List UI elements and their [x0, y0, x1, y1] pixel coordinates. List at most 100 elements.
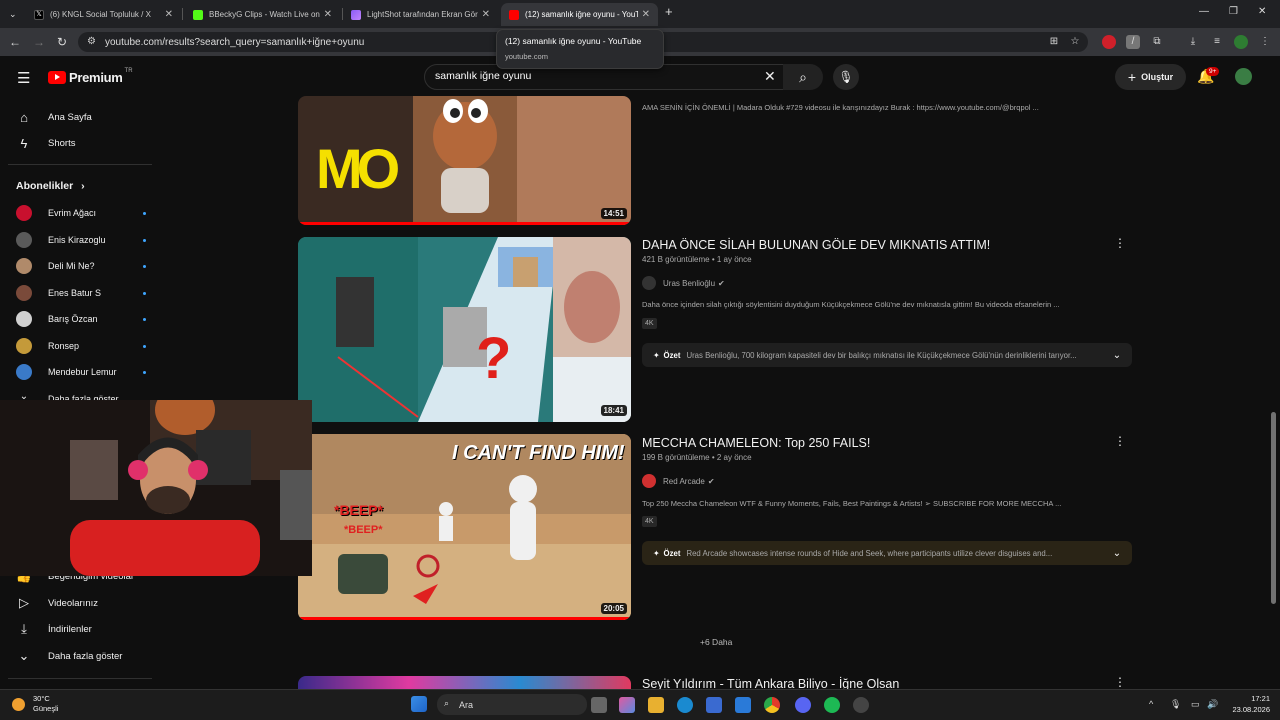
extension-red-icon[interactable] — [1102, 35, 1116, 49]
notification-count-badge: 9+ — [1206, 67, 1220, 76]
subscription-item[interactable]: Barış Özcan — [16, 308, 146, 330]
quality-badge: 4K — [642, 516, 657, 527]
youtube-play-icon — [48, 71, 66, 84]
close-window-icon[interactable]: ✕ — [1258, 6, 1266, 17]
spotify-icon[interactable] — [824, 697, 840, 713]
tab-kick[interactable]: BBeckyG Clips - Watch Live on K ✕ — [185, 3, 340, 26]
video-more-menu-icon[interactable]: ⋮ — [1114, 434, 1126, 448]
verified-check-icon: ✔ — [718, 278, 725, 288]
summary-label: Özet — [663, 548, 681, 558]
voice-search-button[interactable]: 🎙 — [833, 64, 859, 90]
windows-start-icon[interactable] — [411, 696, 427, 712]
watch-progress-bar — [298, 222, 631, 225]
new-content-dot — [143, 264, 146, 268]
taskbar-search[interactable]: ⌕ Ara — [437, 694, 587, 715]
profile-icon[interactable] — [1234, 35, 1248, 49]
weather-widget[interactable]: 30°C Güneşli — [12, 694, 58, 714]
mail-icon[interactable] — [735, 697, 751, 713]
tab-search-chevron-icon[interactable]: ⌄ — [9, 7, 17, 21]
clock-time: 17:21 — [1251, 694, 1270, 703]
discord-icon[interactable] — [795, 697, 811, 713]
tab-hover-tooltip: (12) samanlık iğne oyunu - YouTube youtu… — [496, 29, 664, 69]
subscription-item[interactable]: Enis Kirazoglu — [16, 229, 146, 251]
thumbnail-text: I CAN'T FIND HIM! — [452, 442, 625, 464]
obs-icon[interactable] — [853, 697, 869, 713]
lightshot-logo-icon — [351, 9, 361, 20]
video-more-menu-icon[interactable]: ⋮ — [1114, 675, 1126, 689]
restore-icon[interactable]: ❐ — [1229, 6, 1238, 17]
tray-overflow-icon[interactable]: ^ — [1149, 699, 1153, 709]
sidebar-item-shorts[interactable]: ϟ Shorts — [0, 130, 152, 156]
sidebar-item-downloads[interactable]: ⤓ İndirilenler — [0, 616, 152, 642]
copilot-icon[interactable] — [619, 697, 635, 713]
shorts-icon: ϟ — [20, 135, 28, 151]
sidebar-item-home[interactable]: ⌂ Ana Sayfa — [0, 104, 152, 130]
windows-taskbar — [0, 689, 1280, 720]
channel-link[interactable]: Red Arcade ✔ — [642, 474, 715, 488]
edge-icon[interactable] — [677, 697, 693, 713]
more-results-button[interactable]: +6 Daha — [700, 637, 732, 647]
video-thumbnail[interactable] — [298, 676, 631, 690]
subscriptions-header[interactable]: Abonelikler › — [16, 180, 85, 192]
tab-lightshot[interactable]: LightShot tarafından Ekran Görü ✕ — [343, 3, 498, 26]
minimize-icon[interactable]: — — [1199, 6, 1209, 17]
duration-badge: 18:41 — [600, 405, 627, 416]
channel-link[interactable]: Uras Benlioğlu ✔ — [642, 276, 725, 290]
search-button[interactable]: ⌕ — [783, 64, 823, 90]
extensions-puzzle-icon[interactable]: ⧉ — [1150, 35, 1164, 49]
file-explorer-icon[interactable] — [648, 697, 664, 713]
taskbar-clock[interactable]: 17:21 23.08.2026 — [1226, 693, 1270, 715]
logo-text: Premium — [69, 70, 123, 85]
store-icon[interactable] — [706, 697, 722, 713]
ai-summary-bar[interactable]: ✦ Özet Uras Benlioğlu, 700 kilogram kapa… — [642, 343, 1132, 367]
tab-close-icon[interactable]: ✕ — [642, 9, 650, 20]
video-thumbnail[interactable]: I CAN'T FIND HIM! *BEEP* *BEEP* 20:05 — [298, 434, 631, 620]
new-tab-button[interactable]: + — [665, 5, 673, 19]
tab-close-icon[interactable]: ✕ — [482, 9, 490, 20]
new-content-dot — [143, 370, 146, 374]
subscription-item[interactable]: Mendebur Lemur — [16, 361, 146, 383]
bookmark-star-icon[interactable]: ☆ — [1068, 35, 1082, 49]
video-more-menu-icon[interactable]: ⋮ — [1114, 236, 1126, 250]
page-scrollbar[interactable] — [1271, 412, 1276, 604]
reload-icon[interactable]: ↻ — [57, 35, 67, 49]
chevron-down-icon[interactable]: ⌄ — [1102, 548, 1132, 559]
new-content-dot — [143, 317, 146, 321]
create-button[interactable]: + Oluştur — [1115, 64, 1186, 90]
menu-hamburger-icon[interactable]: ☰ — [17, 69, 30, 87]
tab-close-icon[interactable]: ✕ — [165, 9, 173, 20]
reading-list-icon[interactable]: ≡ — [1210, 35, 1224, 49]
subscription-item[interactable]: Enes Batur S — [16, 282, 146, 304]
ai-summary-bar[interactable]: ✦ Özet Red Arcade showcases intense roun… — [642, 541, 1132, 565]
volume-icon[interactable]: 🔊 — [1207, 699, 1218, 710]
browser-menu-icon[interactable]: ⋮ — [1258, 35, 1272, 49]
video-title[interactable]: MECCHA CHAMELEON: Top 250 FAILS! — [642, 436, 870, 450]
chevron-down-icon[interactable]: ⌄ — [1102, 350, 1132, 361]
subscription-item[interactable]: Deli Mi Ne? — [16, 255, 146, 277]
subscription-item[interactable]: Ronsep — [16, 335, 146, 357]
new-content-dot — [143, 344, 146, 348]
tab-youtube-active[interactable]: (12) samanlık iğne oyunu - YouT ✕ — [501, 3, 658, 26]
extension-slash-icon[interactable]: / — [1126, 35, 1140, 49]
video-thumbnail[interactable]: ? 18:41 — [298, 237, 631, 422]
clear-search-icon[interactable]: ✕ — [764, 68, 776, 85]
youtube-premium-logo[interactable]: Premium TR — [48, 68, 133, 85]
back-icon[interactable]: ← — [9, 35, 21, 49]
tab-knglsocial[interactable]: 𝕏 (6) KNGL Social Topluluk / X ✕ — [26, 3, 181, 26]
display-icon[interactable]: ▭ — [1191, 699, 1200, 710]
new-content-dot — [143, 211, 146, 215]
downloads-icon[interactable]: ⤓ — [1186, 35, 1200, 49]
sidebar-item-your-videos[interactable]: ▷ Videolarınız — [0, 590, 152, 616]
site-info-icon[interactable]: ⚙ — [87, 36, 96, 47]
account-avatar[interactable] — [1235, 68, 1252, 85]
chrome-icon[interactable] — [764, 697, 780, 713]
video-title[interactable]: DAHA ÖNCE SİLAH BULUNAN GÖLE DEV MIKNATI… — [642, 238, 990, 252]
install-app-icon[interactable]: ⊞ — [1047, 35, 1061, 49]
subscription-item[interactable]: Evrim Ağacı — [16, 202, 146, 224]
task-view-icon[interactable] — [591, 697, 607, 713]
video-thumbnail[interactable]: MO 14:51 — [298, 96, 631, 225]
tab-close-icon[interactable]: ✕ — [324, 9, 332, 20]
sidebar-item-show-more[interactable]: ⌄ Daha fazla göster — [0, 643, 152, 669]
forward-icon[interactable]: → — [33, 35, 45, 49]
microphone-tray-icon[interactable]: 🎙 — [1170, 699, 1181, 710]
